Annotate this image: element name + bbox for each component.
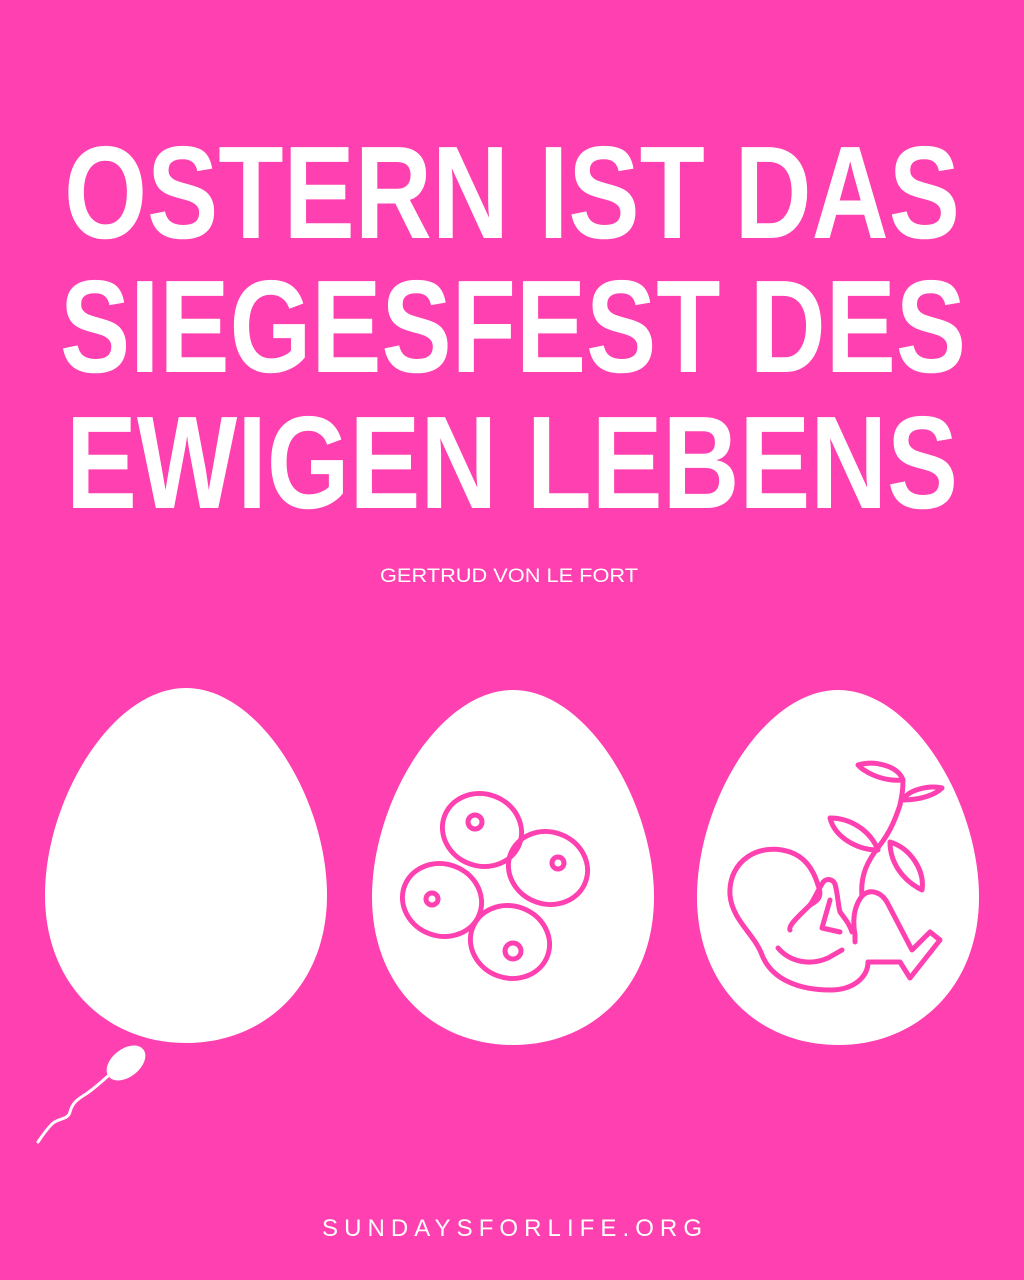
- headline-line-2: SIEGESFEST DES: [60, 253, 966, 400]
- headline-line-3: EWIGEN LEBENS: [66, 389, 958, 536]
- author-attribution: GERTRUD VON LE FORT: [380, 566, 638, 587]
- easter-poster: OSTERN IST DAS SIEGESFEST DES EWIGEN LEB…: [0, 0, 1024, 1280]
- headline-line-1: OSTERN IST DAS: [64, 119, 960, 266]
- website-link[interactable]: SUNDAYSFORLIFE.ORG: [322, 1215, 702, 1242]
